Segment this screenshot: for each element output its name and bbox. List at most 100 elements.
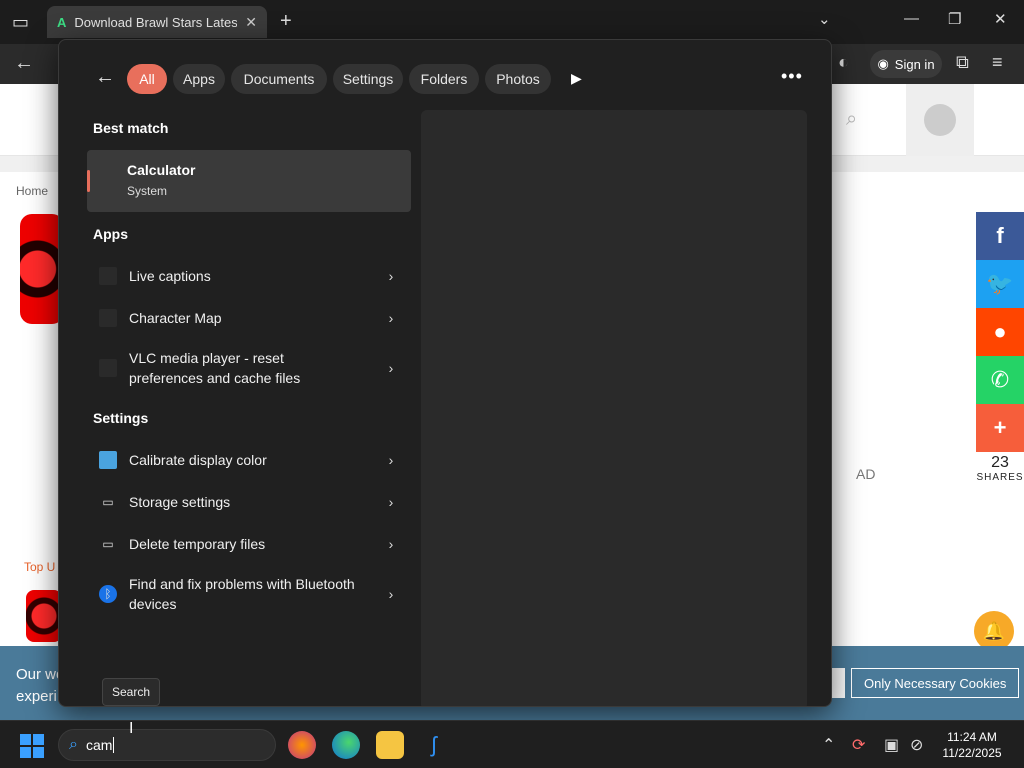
chevron-right-icon[interactable]: › — [379, 360, 403, 376]
filter-settings[interactable]: Settings — [333, 64, 403, 94]
taskbar: ⌕ cam ʃ ⌃ ⟳ ▣ ⊘ 11:24 AM 11/22/2025 — [0, 720, 1024, 768]
share-count: 23 — [991, 454, 1009, 471]
flyout-back-icon[interactable]: ← — [95, 66, 115, 89]
result-bluetooth-troubleshoot[interactable]: ᛒ Find and fix problems with Bluetooth d… — [87, 566, 411, 622]
minimize-icon[interactable]: — — [904, 10, 919, 27]
chevron-right-icon[interactable]: › — [379, 586, 403, 602]
result-label: Delete temporary files — [129, 536, 266, 552]
twitter-share-icon[interactable]: 🐦 — [976, 260, 1024, 308]
result-label: Character Map — [129, 310, 222, 326]
filter-folders[interactable]: Folders — [409, 64, 479, 94]
apps-heading: Apps — [93, 226, 128, 242]
tab-actions-icon[interactable]: ▭ — [12, 12, 29, 33]
storage-icon: ▭ — [102, 495, 114, 509]
text-caret — [113, 737, 115, 753]
result-label: Live captions — [129, 268, 211, 284]
chevron-right-icon[interactable]: › — [379, 452, 403, 468]
tab-list-chevron-icon[interactable]: ⌄ — [818, 10, 831, 28]
start-button-icon[interactable] — [20, 734, 44, 758]
best-match-result[interactable]: Calculator System — [87, 150, 411, 212]
result-character-map[interactable]: Character Map › — [87, 298, 411, 338]
result-label: Storage settings — [129, 494, 231, 510]
menu-icon[interactable]: ≡ — [992, 52, 1003, 73]
system-clock[interactable]: 11:24 AM 11/22/2025 — [932, 729, 1012, 761]
storage-icon: ▭ — [102, 537, 114, 551]
facebook-share-icon[interactable]: f — [976, 212, 1024, 260]
filter-photos[interactable]: Photos — [485, 64, 551, 94]
site-account-button[interactable] — [906, 84, 974, 156]
firefox-icon[interactable] — [288, 731, 316, 759]
reddit-share-icon[interactable]: ● — [976, 308, 1024, 356]
result-delete-temp-files[interactable]: ▭ Delete temporary files › — [87, 524, 411, 564]
signin-button[interactable]: ◉ Sign in — [870, 50, 942, 78]
close-window-icon[interactable]: ✕ — [994, 10, 1007, 28]
clock-date: 11/22/2025 — [942, 746, 1002, 760]
search-icon: ⌕ — [69, 736, 78, 753]
filter-documents[interactable]: Documents — [231, 64, 327, 94]
chevron-right-icon[interactable]: › — [379, 268, 403, 284]
best-match-name: Calculator — [127, 162, 196, 178]
network-icon[interactable]: ⊘ — [910, 735, 923, 755]
result-live-captions[interactable]: Live captions › — [87, 256, 411, 296]
search-query: cam — [85, 737, 113, 753]
search-filters: ← All Apps Documents Settings Folders Ph… — [59, 64, 831, 96]
chevron-right-icon[interactable]: › — [379, 536, 403, 552]
result-storage-settings[interactable]: ▭ Storage settings › — [87, 482, 411, 522]
browser-titlebar: ▭ A Download Brawl Stars Latest Ve ✕ + ⌄… — [0, 0, 1024, 44]
more-filters-play-icon[interactable]: ▶ — [571, 70, 582, 87]
theme-icon[interactable]: ◐ — [838, 52, 849, 73]
result-label: VLC media player - reset preferences and… — [129, 350, 301, 386]
ad-label: AD — [856, 466, 876, 482]
browser-back-icon[interactable]: ← — [14, 52, 34, 75]
monitor-icon — [99, 451, 117, 469]
result-label: Find and fix problems with Bluetooth dev… — [129, 576, 355, 612]
sync-icon[interactable]: ⟳ — [852, 735, 865, 755]
top-section-label: Top U — [24, 560, 56, 574]
taskbar-search-input[interactable]: ⌕ cam — [58, 729, 276, 761]
live-captions-icon — [99, 267, 117, 285]
extensions-icon[interactable]: ⧉ — [956, 52, 969, 73]
best-match-sub: System — [127, 184, 168, 198]
result-label: Calibrate display color — [129, 452, 267, 468]
mouse-cursor: I — [129, 720, 134, 737]
result-vlc-reset[interactable]: VLC media player - reset preferences and… — [87, 340, 411, 396]
tab-title: Download Brawl Stars Latest Ve — [74, 14, 238, 30]
file-explorer-icon[interactable] — [376, 731, 404, 759]
tray-chevron-icon[interactable]: ⌃ — [822, 735, 835, 755]
tab-close-icon[interactable]: ✕ — [245, 14, 257, 31]
browser-tab[interactable]: A Download Brawl Stars Latest Ve ✕ — [47, 6, 267, 38]
share-counter: 23 SHARES — [976, 454, 1024, 483]
clock-time: 11:24 AM — [947, 730, 997, 744]
bluetooth-icon: ᛒ — [99, 585, 117, 603]
start-search-flyout: ← All Apps Documents Settings Folders Ph… — [58, 39, 832, 707]
notification-bell-icon[interactable]: 🔔 — [974, 611, 1014, 651]
result-preview-pane — [421, 110, 807, 706]
more-options-icon[interactable]: ••• — [781, 66, 803, 87]
avatar-icon — [924, 104, 956, 136]
site-search-icon[interactable]: ⌕ — [846, 108, 857, 131]
app-swan-icon[interactable]: ʃ — [420, 731, 448, 759]
share-count-label: SHARES — [976, 472, 1024, 483]
settings-heading: Settings — [93, 410, 149, 426]
whatsapp-share-icon[interactable]: ✆ — [976, 356, 1024, 404]
filter-apps[interactable]: Apps — [173, 64, 225, 94]
chevron-right-icon[interactable]: › — [379, 494, 403, 510]
maximize-icon[interactable]: ❐ — [948, 10, 961, 28]
result-calibrate-display[interactable]: Calibrate display color › — [87, 440, 411, 480]
account-icon: ◉ — [877, 56, 889, 71]
signin-label: Sign in — [894, 56, 935, 72]
only-necessary-cookies-button[interactable]: Only Necessary Cookies — [851, 668, 1020, 698]
chevron-right-icon[interactable]: › — [379, 310, 403, 326]
site-favicon-icon: A — [57, 14, 67, 30]
app-thumbnail[interactable] — [26, 590, 62, 642]
display-icon[interactable]: ▣ — [884, 735, 899, 755]
selection-accent — [87, 170, 90, 192]
filter-all[interactable]: All — [127, 64, 167, 94]
search-tooltip: Search — [102, 678, 161, 706]
more-share-icon[interactable]: + — [976, 404, 1024, 452]
edge-icon[interactable] — [332, 731, 360, 759]
new-tab-icon[interactable]: + — [280, 10, 292, 33]
best-match-heading: Best match — [93, 120, 169, 136]
character-map-icon — [99, 309, 117, 327]
breadcrumb-home[interactable]: Home — [16, 184, 48, 198]
